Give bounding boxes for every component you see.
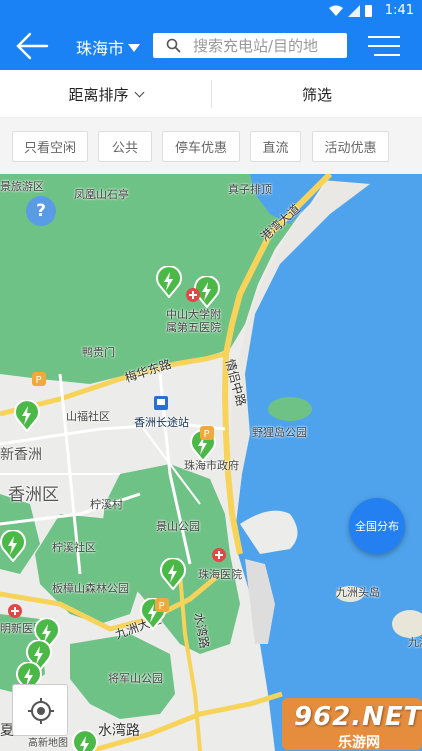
filter-chip-bar: 只看空闲 公共 停车优惠 直流 活动优惠: [0, 118, 422, 174]
city-label: 珠海市: [76, 39, 125, 58]
map-view[interactable]: ? 景旅游区 凤凰山石亭 真子排顶 港湾大道 中山大学附 属第五医院 鸭贵门 梅…: [0, 174, 422, 751]
map-label-tourist: 景旅游区: [0, 180, 44, 193]
status-bar: 1:41: [0, 0, 422, 22]
map-label-xiangzhou-district: 香洲区: [8, 485, 59, 505]
sort-filter-bar: 距离排序 筛选: [0, 70, 422, 118]
charging-station-pin[interactable]: [160, 558, 186, 590]
chip-dc[interactable]: 直流: [250, 131, 301, 162]
parking-icon: P: [155, 598, 169, 612]
map-label-hospital5-b: 属第五医院: [166, 321, 221, 334]
charging-station-pin[interactable]: [156, 266, 182, 298]
sort-dropdown[interactable]: 距离排序: [0, 70, 211, 118]
search-icon: [166, 38, 181, 53]
chip-public[interactable]: 公共: [98, 131, 152, 162]
chip-promotion[interactable]: 活动优惠: [312, 131, 389, 162]
nationwide-distribution-button[interactable]: 全国分布: [349, 498, 405, 554]
map-label-ningxi-village: 柠溪村: [90, 498, 123, 511]
svg-text:P: P: [36, 375, 42, 386]
watermark-text: 962.NET: [294, 702, 422, 732]
map-label-jingshan: 景山公园: [156, 520, 200, 533]
charging-station-pin[interactable]: [72, 730, 98, 751]
filter-label: 筛选: [301, 85, 332, 104]
caret-down-icon: [128, 44, 141, 52]
map-attribution: 高新地图: [28, 738, 68, 749]
map-label-jiuzhou-head: 九洲头岛: [336, 586, 380, 599]
list-menu-icon[interactable]: [366, 34, 402, 58]
charging-station-pin[interactable]: [14, 400, 40, 432]
map-label-shuiwan: 水湾路: [98, 723, 140, 739]
filter-button[interactable]: 筛选: [212, 70, 422, 118]
map-label-jiangjun: 将军山公园: [108, 672, 163, 685]
svg-text:P: P: [159, 601, 165, 612]
map-label-zhuhai-hospital: 珠海医院: [198, 568, 242, 581]
map-label-ningxi-community: 柠溪社区: [52, 541, 96, 554]
status-time: 1:41: [384, 3, 414, 18]
back-arrow-icon[interactable]: [14, 30, 50, 62]
bus-icon: [154, 396, 168, 410]
map-label-banzhang: 板樟山森林公园: [52, 582, 129, 595]
parking-icon: P: [32, 372, 46, 386]
hospital-icon: [186, 288, 200, 302]
charging-station-pin[interactable]: [0, 530, 26, 562]
locate-icon: [28, 698, 54, 724]
map-label-new-xiangzhou: 新香洲: [0, 447, 42, 463]
map-label-yagui: 鸭贵门: [82, 346, 115, 359]
watermark-subtext: 乐游网: [338, 735, 380, 751]
parking-icon: P: [200, 426, 214, 440]
city-selector[interactable]: 珠海市: [76, 35, 141, 59]
search-box[interactable]: [153, 33, 347, 58]
map-label-jiuzhou-right: 九洲: [408, 636, 422, 649]
map-label-shanhu: 山福社区: [66, 410, 110, 423]
search-input[interactable]: [193, 33, 343, 58]
map-label-fenghuang: 凤凰山石亭: [74, 188, 129, 201]
top-app-bar: 珠海市: [0, 22, 422, 70]
map-label-zhenzi: 真子排顶: [228, 183, 272, 196]
svg-text:P: P: [204, 429, 210, 440]
hospital-icon: [8, 604, 22, 618]
status-icons: [329, 5, 372, 17]
hospital-icon: [212, 548, 226, 562]
chevron-down-icon: [134, 87, 144, 97]
map-label-bus-station: 香洲长途站: [134, 416, 189, 429]
map-label-yecui: 野狸岛公园: [252, 426, 307, 439]
locate-button[interactable]: [12, 684, 68, 736]
sort-label: 距离排序: [68, 85, 129, 104]
chip-parking-discount[interactable]: 停车优惠: [162, 131, 240, 162]
help-button[interactable]: ?: [26, 196, 56, 226]
chip-idle-only[interactable]: 只看空闲: [12, 131, 88, 162]
